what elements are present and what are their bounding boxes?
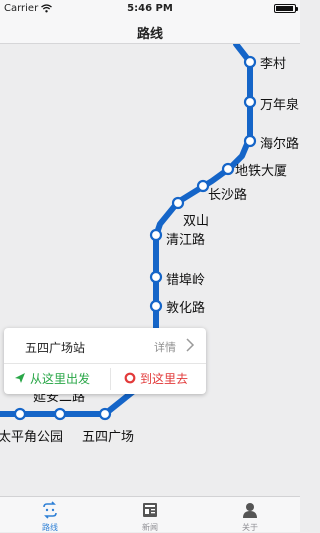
battery-icon — [274, 4, 298, 13]
status-bar: Carrier 5:46 PM — [0, 0, 300, 18]
send-icon — [15, 373, 25, 383]
station-dot-dunhualu[interactable] — [149, 299, 163, 313]
station-dot-ditiedasha[interactable] — [221, 162, 235, 176]
details-link[interactable]: 详情 — [154, 339, 176, 355]
station-label-wannianquan[interactable]: 万年泉 — [260, 94, 299, 113]
chevron-right-icon[interactable] — [182, 337, 198, 353]
station-label-shuangshan[interactable]: 双山 — [183, 210, 209, 229]
metro-map[interactable]: 李村 万年泉 海尔路 地铁大厦 长沙路 双山 清江路 错埠岭 敦化路 五四广场 … — [0, 44, 300, 496]
tab-news[interactable]: 新闻 — [100, 497, 200, 533]
destination-ring-icon — [124, 372, 136, 384]
tab-route-label: 路线 — [42, 523, 58, 532]
station-label-haierlu[interactable]: 海尔路 — [260, 133, 299, 152]
station-label-qingjianglu[interactable]: 清江路 — [166, 229, 205, 248]
station-label-wusiguangchang[interactable]: 五四广场 — [82, 426, 134, 445]
tab-route[interactable]: 路线 — [0, 497, 100, 533]
tab-about-label: 关于 — [242, 523, 258, 532]
navigation-bar: 路线 — [0, 18, 300, 44]
station-dot-changshalu[interactable] — [196, 179, 210, 193]
station-label-ditiedasha[interactable]: 地铁大厦 — [235, 160, 287, 179]
station-label-cuofuling[interactable]: 错埠岭 — [166, 269, 205, 288]
battery-level — [276, 6, 293, 11]
station-label-taipingjiaogongyuan[interactable]: 太平角公园 — [0, 426, 63, 445]
station-dot-licun[interactable] — [243, 55, 257, 69]
tab-bar: 路线 新闻 关于 — [0, 496, 300, 532]
station-dot-cuofuling[interactable] — [149, 270, 163, 284]
page-title: 路线 — [136, 27, 163, 42]
station-popup: 五四广场站 详情 从这里出发 到这里去 — [4, 328, 206, 394]
go-here-button[interactable]: 到这里去 — [124, 365, 188, 391]
depart-from-here-label: 从这里出发 — [30, 371, 91, 386]
status-time: 5:46 PM — [127, 3, 173, 14]
tab-news-label: 新闻 — [142, 523, 158, 532]
station-dot-wannianquan[interactable] — [243, 95, 257, 109]
station-dot-qingjianglu[interactable] — [149, 228, 163, 242]
route-icon — [43, 501, 57, 519]
station-dot-yananerlu[interactable] — [13, 407, 27, 421]
station-dot-taipingjiaogongyuan[interactable] — [53, 407, 67, 421]
station-dot-haierlu[interactable] — [243, 134, 257, 148]
tab-about[interactable]: 关于 — [200, 497, 300, 533]
station-dot-wusiguangchang[interactable] — [98, 407, 112, 421]
station-label-dunhualu[interactable]: 敦化路 — [166, 297, 205, 316]
station-label-changshalu[interactable]: 长沙路 — [208, 184, 247, 203]
popup-station-name: 五四广场站 — [25, 341, 86, 355]
go-here-label: 到这里去 — [140, 371, 189, 386]
popup-divider — [4, 363, 206, 364]
popup-button-divider — [110, 368, 111, 390]
station-dot-shuangshan[interactable] — [171, 196, 185, 210]
user-icon — [243, 503, 257, 518]
depart-from-here-button[interactable]: 从这里出发 — [14, 365, 90, 391]
station-label-licun[interactable]: 李村 — [260, 53, 286, 72]
news-icon — [143, 503, 157, 517]
